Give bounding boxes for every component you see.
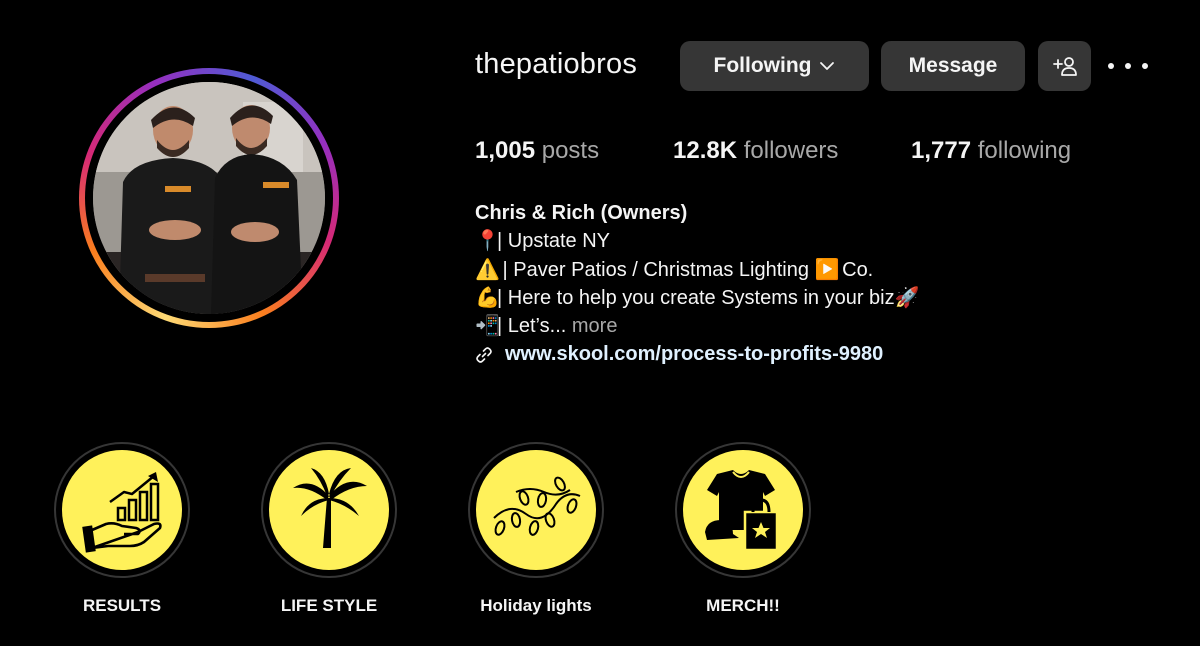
bio-external-link[interactable]: www.skool.com/process-to-profits-9980	[505, 340, 883, 368]
more-options-icon[interactable]	[1108, 58, 1148, 74]
profile-avatar-story-ring[interactable]	[79, 68, 339, 328]
growth-chart-hand-icon	[82, 472, 162, 553]
posts-label: posts	[541, 137, 600, 164]
highlight-cover	[683, 450, 803, 570]
highlight-cover	[269, 450, 389, 570]
posts-count: 1,005	[475, 137, 536, 164]
following-button[interactable]: Following	[680, 41, 869, 91]
highlight-ring	[54, 442, 190, 578]
bio-line-text: | Upstate NY	[497, 230, 611, 253]
profile-username: thepatiobros	[475, 48, 638, 80]
highlight-ring	[675, 442, 811, 578]
following-button-label: Following	[713, 54, 812, 77]
profile-bio: Chris & Rich (Owners) 📍| Upstate NY ⚠️ |…	[475, 199, 920, 369]
highlight-cover	[476, 450, 596, 570]
followers-stat[interactable]: 12.8K followers	[673, 137, 838, 165]
highlight-ring	[468, 442, 604, 578]
following-label: following	[977, 137, 1072, 164]
chevron-down-icon	[820, 62, 835, 70]
link-icon	[476, 346, 492, 363]
posts-stat: 1,005 posts	[475, 137, 599, 165]
bio-line-services: ⚠️ | Paver Patios / Christmas Lighting ▶…	[475, 256, 917, 284]
highlight-holiday-lights[interactable]: Holiday lights	[468, 442, 604, 616]
merch-shirt-bag-icon	[705, 470, 779, 552]
highlight-ring	[261, 442, 397, 578]
highlight-merch[interactable]: MERCH!!	[675, 442, 811, 616]
bio-line-text: | Let’s...	[497, 315, 572, 338]
rocket-icon: 🚀	[894, 286, 920, 309]
bio-line-text: | Here to help you create Systems in you…	[497, 286, 895, 309]
followers-count: 12.8K	[673, 137, 738, 164]
dot	[1142, 63, 1148, 69]
bio-line-location: 📍| Upstate NY	[475, 227, 917, 255]
pin-icon: 📍	[475, 230, 500, 253]
bio-line-text: | Paver Patios / Christmas Lighting	[497, 258, 815, 281]
profile-avatar[interactable]	[93, 82, 325, 314]
message-button-label: Message	[908, 54, 998, 77]
bio-line-systems: 💪| Here to help you create Systems in yo…	[475, 284, 920, 312]
mobile-arrow-icon: 📲	[475, 315, 500, 338]
highlight-label: RESULTS	[82, 596, 162, 615]
highlight-life-style[interactable]: LIFE STYLE	[261, 442, 397, 616]
followers-label: followers	[743, 137, 839, 164]
highlight-label: Holiday lights	[480, 596, 592, 615]
bio-link-row: www.skool.com/process-to-profits-9980	[475, 340, 917, 368]
highlight-cover	[62, 450, 182, 570]
bio-line-truncated: 📲| Let’s... more	[475, 312, 917, 340]
following-count: 1,777	[911, 137, 972, 164]
dot	[1108, 63, 1114, 69]
highlight-results[interactable]: RESULTS	[54, 442, 190, 616]
flexed-biceps-icon: 💪	[475, 286, 500, 309]
string-lights-icon	[493, 476, 581, 536]
message-button[interactable]: Message	[881, 41, 1025, 91]
bio-line-text: Co.	[836, 258, 874, 281]
bio-name: Chris & Rich (Owners)	[475, 202, 688, 224]
warning-icon: ⚠️	[475, 258, 500, 281]
palm-tree-icon	[293, 468, 367, 548]
dot	[1125, 63, 1131, 69]
add-user-button[interactable]	[1038, 41, 1091, 91]
bio-more-link[interactable]: more	[572, 315, 618, 337]
avatar-photo	[93, 82, 325, 314]
highlight-label: MERCH!!	[706, 596, 780, 615]
following-stat[interactable]: 1,777 following	[911, 137, 1071, 165]
play-button-icon: ▶️	[814, 258, 840, 281]
add-user-icon	[1052, 57, 1077, 76]
highlight-label: LIFE STYLE	[280, 596, 378, 615]
